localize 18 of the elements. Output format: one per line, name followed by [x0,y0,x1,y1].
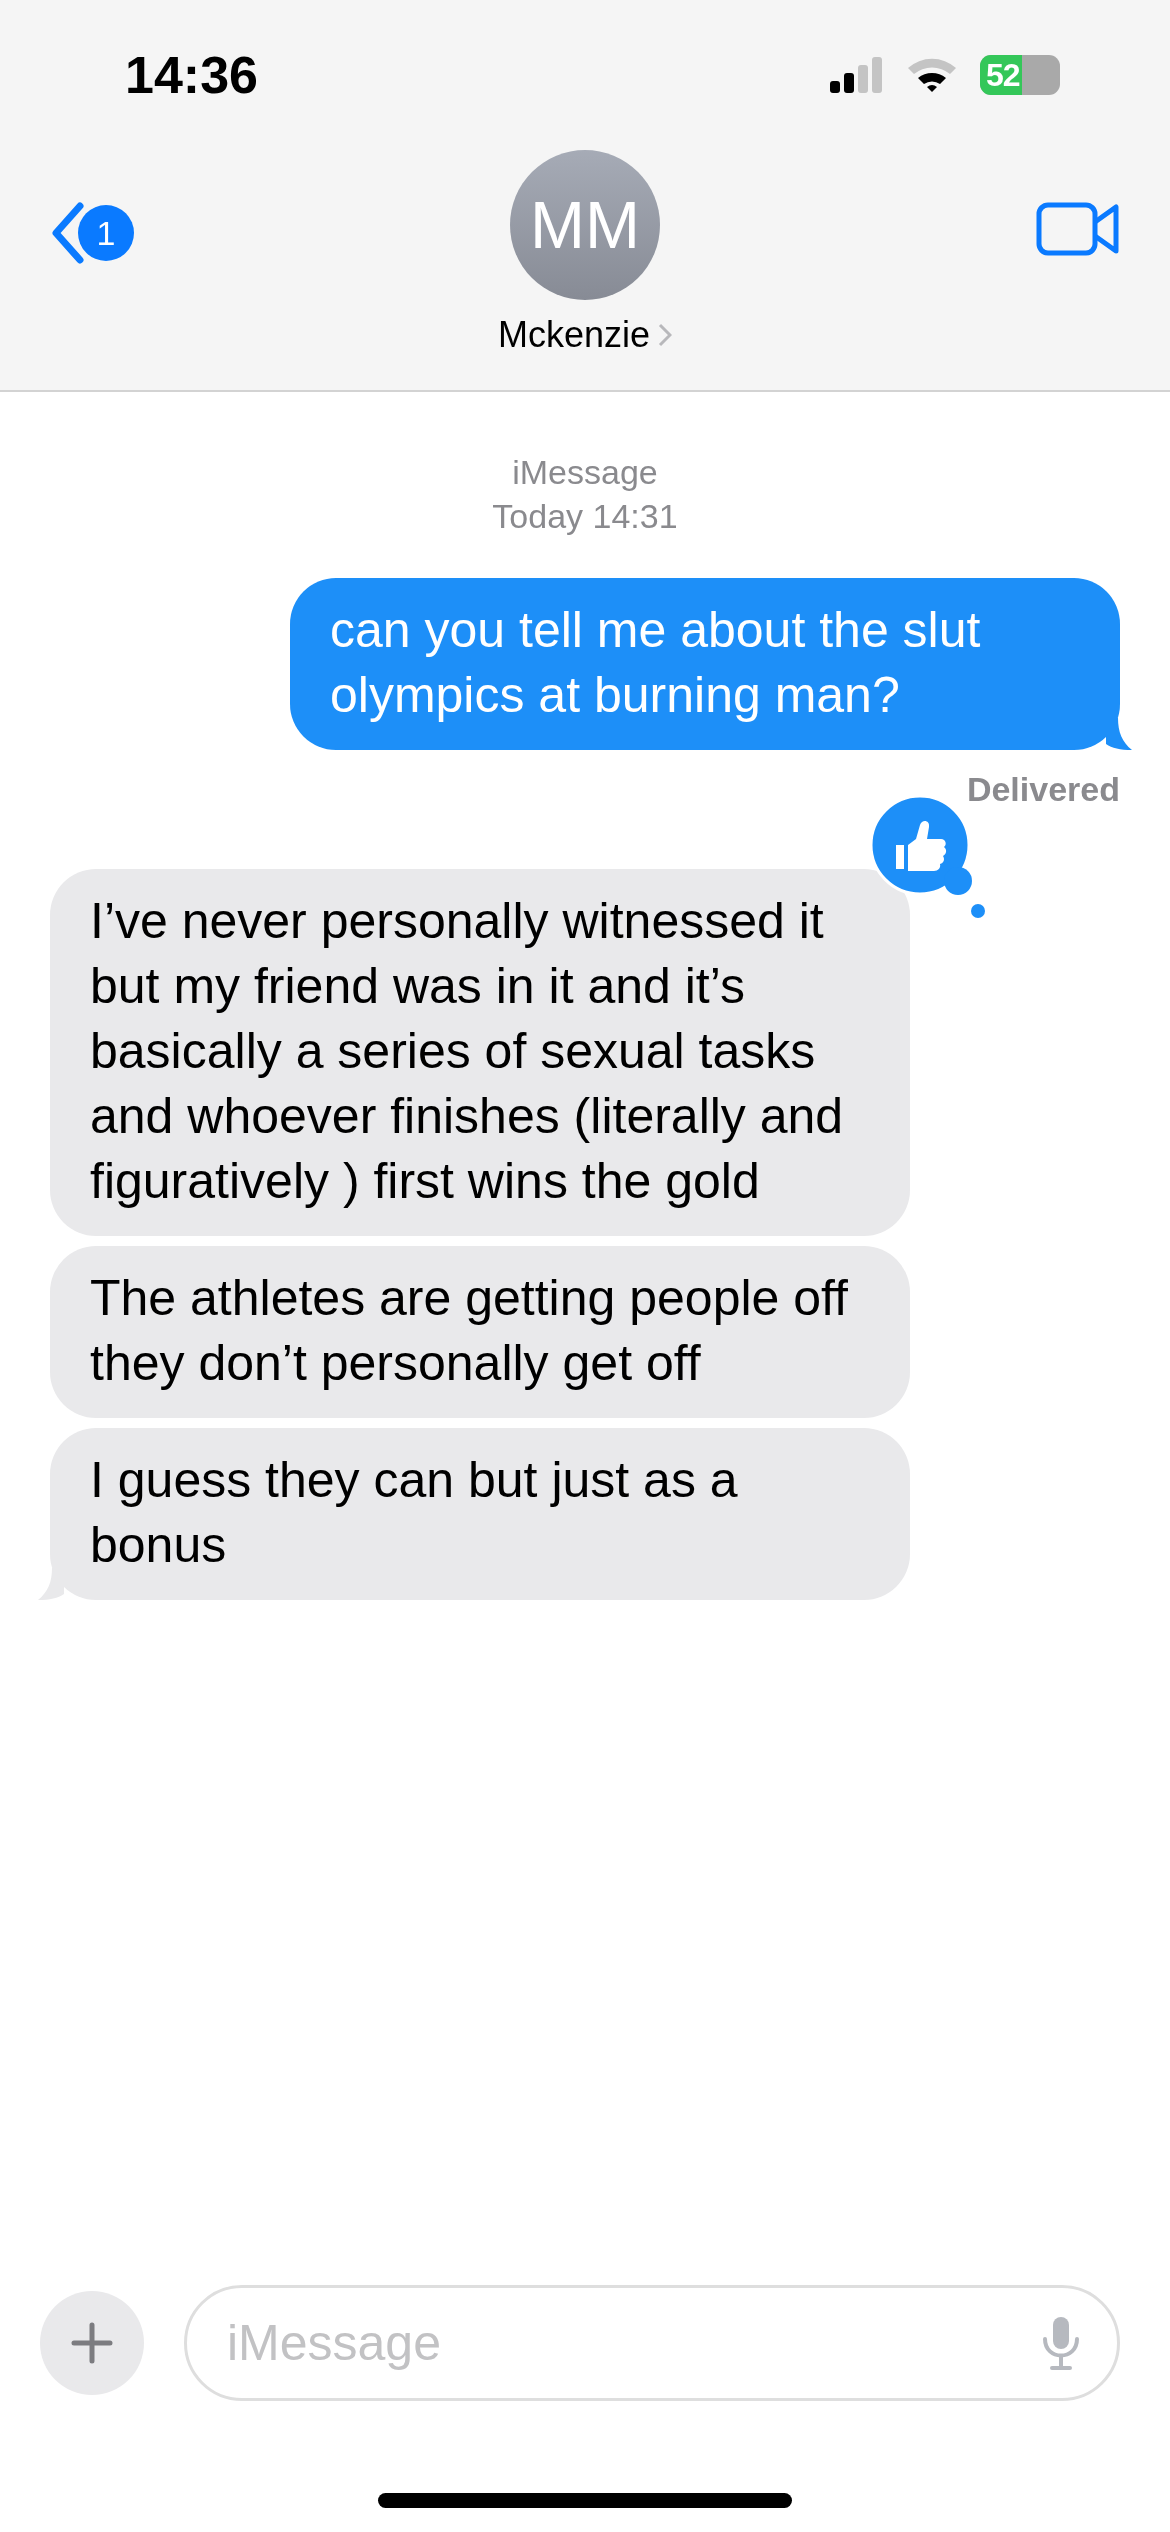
timestamp: Today 14:31 [492,496,678,537]
delivery-status: Delivered [966,770,1120,809]
battery-percentage: 52 [985,56,1020,94]
contact-name[interactable]: Mckenzie [497,314,651,356]
message-bubble[interactable]: I’ve never personally witnessed it but my friend was in it and it’s basically a series of sexual tasks and whoever finishes (literally and figuratively ) first wins the gold [50,869,910,1236]
message-input-field[interactable]: iMessage [184,2285,1120,2401]
wifi-icon [906,56,958,94]
message-bubble[interactable]: The athletes are getting people off they don’t personally get off [50,1246,910,1418]
service-label: iMessage [512,452,658,493]
microphone-icon[interactable] [1042,2315,1080,2371]
unread-badge[interactable]: 1 [78,205,134,261]
back-icon[interactable] [50,202,86,264]
chevron-icon [658,323,673,347]
plus-icon [70,2321,114,2365]
message-bubble[interactable]: I guess they can but just as a bonus [50,1428,910,1600]
video-call-icon[interactable] [1036,202,1120,256]
status-time: 14:36 [125,45,258,105]
signal-icon [830,57,884,93]
